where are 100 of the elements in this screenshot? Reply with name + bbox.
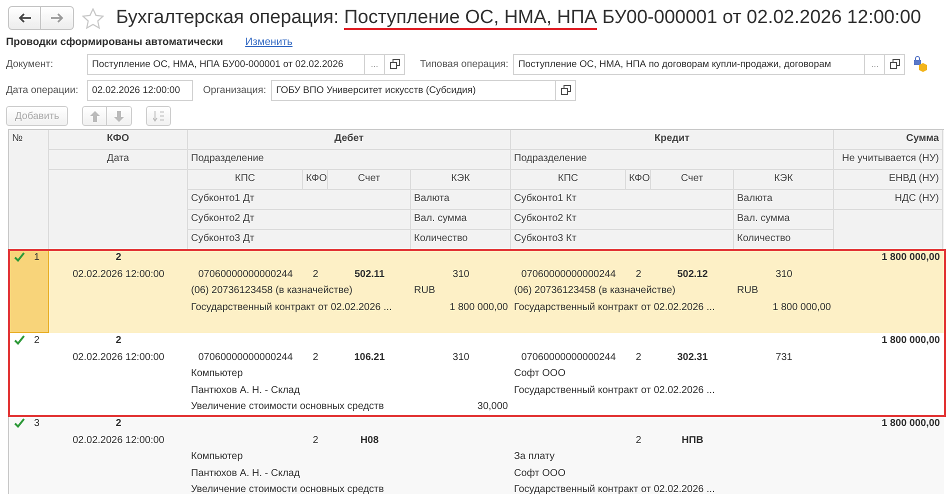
table-cell-text: За плату <box>513 450 556 464</box>
column-header: КПС <box>511 170 626 190</box>
table-cell-text: 310 <box>774 268 794 282</box>
table-cell-text: Софт ООО <box>513 367 566 382</box>
table-cell-text: 2 <box>114 251 122 265</box>
input-field[interactable]: 02.02.2026 12:00:00 <box>87 80 193 100</box>
table-cell-text: 310 <box>452 268 470 282</box>
column-header: КПС <box>188 170 303 190</box>
back-button[interactable] <box>8 6 41 30</box>
column-header: Субконто3 Кт <box>511 230 734 250</box>
column-header: Дата <box>49 150 188 170</box>
column-header: Счет <box>328 170 411 190</box>
column-header: КЭК <box>411 170 511 190</box>
table-cell-text: 106.21 <box>353 350 386 365</box>
input-field[interactable]: Поступление ОС, НМА, НПА по договорам купли-продажи, договорам <box>513 54 866 74</box>
field-label: Документ: <box>6 58 54 72</box>
table-cell-text: 2 <box>634 350 642 365</box>
table-cell-text: RUB <box>736 284 760 298</box>
change-link[interactable]: Изменить <box>245 35 292 51</box>
windows-icon <box>890 59 900 69</box>
column-header: Количество <box>411 230 511 250</box>
column-header: КФО <box>626 170 651 190</box>
table-cell-text: 2 <box>114 334 122 348</box>
table-row[interactable] <box>9 250 944 333</box>
table-cell-text: 2 <box>634 268 642 282</box>
column-header: Счет <box>651 170 734 190</box>
windows-icon <box>390 59 400 69</box>
table-cell-text: 310 <box>452 350 470 365</box>
table-cell-text: Государственный контракт от 02.02.2026 ... <box>513 384 716 398</box>
column-header: Субконто1 Кт <box>511 190 734 210</box>
column-header: Субконто2 Дт <box>188 210 411 230</box>
table-cell-text: 30,000 <box>476 400 509 414</box>
column-header: Не учитывается (НУ) <box>834 150 943 170</box>
star-icon[interactable] <box>82 8 104 28</box>
table-cell-text: 02.02.2026 12:00:00 <box>72 434 166 448</box>
table-cell-text: 1 800 000,00 <box>880 416 941 431</box>
input-field[interactable]: ГОБУ ВПО Университет искусств (Субсидия) <box>271 80 556 100</box>
table-cell-text: Пантюхов А. Н. - Склад <box>190 466 301 481</box>
table-cell-text: 1 800 000,00 <box>880 251 941 265</box>
table-cell-text: Компьютер <box>190 367 244 382</box>
table-cell-text: 1 800 000,00 <box>448 300 509 315</box>
column-header: Вал. сумма <box>734 210 834 230</box>
column-header: Количество <box>734 230 834 250</box>
window-title: Бухгалтерская операция: Поступление ОС, НМА, НПА БУ00-000001 от 02.02.2026 12:00:00 <box>116 6 922 32</box>
column-header: КФО <box>303 170 328 190</box>
table-cell-text: (06) 20736123458 (в казначействе) <box>190 284 354 298</box>
open-button[interactable] <box>385 54 405 74</box>
table-cell-text: Пантюхов А. Н. - Склад <box>190 384 301 398</box>
table-cell-text: RUB <box>413 284 436 298</box>
column-header: № <box>9 130 49 250</box>
table-cell-text: 502.12 <box>676 268 709 282</box>
table-cell-text: 02.02.2026 12:00:00 <box>72 268 166 282</box>
table-cell-text: Н08 <box>359 434 380 448</box>
table-cell-text: 2 <box>33 334 41 348</box>
column-header: Вал. сумма <box>411 210 511 230</box>
table-cell-text: 07060000000000244 <box>520 268 617 282</box>
up-arrow-icon <box>90 110 100 122</box>
table-cell-text: НПВ <box>680 434 704 448</box>
table-cell-text: 02.02.2026 12:00:00 <box>72 350 166 365</box>
column-header: Валюта <box>734 190 834 210</box>
column-header: Кредит <box>511 130 834 150</box>
open-button[interactable] <box>556 80 576 100</box>
auto-note: Проводки сформированы автоматически <box>6 35 224 50</box>
field-label: Дата операции: <box>6 84 80 98</box>
swap-icon <box>152 110 165 122</box>
table-cell-text: 2 <box>312 350 320 365</box>
field-label: Организация: <box>203 84 266 98</box>
input-field[interactable]: Поступление ОС, НМА, НПА БУ00-000001 от 02.02.2026 <box>87 54 365 74</box>
table-cell-text: 2 <box>312 434 320 448</box>
table-cell-text: 1 800 000,00 <box>880 334 941 348</box>
column-header: Субконто3 Дт <box>188 230 411 250</box>
table-cell-text: 502.11 <box>353 268 386 282</box>
table-cell-text: 2 <box>114 416 122 431</box>
table-cell-text: Софт ООО <box>513 466 566 481</box>
column-header: КФО <box>49 130 188 150</box>
table-cell-text: Увеличение стоимости основных средств <box>190 400 385 414</box>
table-cell-text: 07060000000000244 <box>520 350 617 365</box>
column-header: Валюта <box>411 190 511 210</box>
table-cell-text: 3 <box>33 416 41 431</box>
table-cell-text: Увеличение стоимости основных средств <box>190 483 385 494</box>
column-header: Субконто2 Кт <box>511 210 734 230</box>
table-cell-text: Государственный контракт от 02.02.2026 ... <box>513 300 716 315</box>
column-header: Дебет <box>188 130 511 150</box>
table-cell-text: 2 <box>634 434 642 448</box>
down-arrow-icon <box>114 110 124 122</box>
column-header: ЕНВД (НУ) <box>834 170 943 190</box>
column-header: НДС (НУ) <box>834 190 943 210</box>
table-cell-text: 731 <box>774 350 794 365</box>
table-row[interactable]: 3 2 1 800 000,00 02.02.2026 12:00:00 2 Н08 Компьютер Пантюхов А. Н. - Склад Увеличение стоимости основных средств 2 НПВ За плату Софт ООО Государственный контракт от 02.02.2026 ... <box>9 416 944 494</box>
table-cell-text: 302.31 <box>676 350 709 365</box>
forward-arrow-icon <box>50 13 64 23</box>
back-arrow-icon <box>18 13 32 23</box>
table-cell-text: Государственный контракт от 02.02.2026 ... <box>190 300 393 315</box>
open-button[interactable] <box>885 54 906 74</box>
column-header: Подразделение <box>188 150 511 170</box>
table-cell-text: Государственный контракт от 02.02.2026 ... <box>513 483 716 494</box>
table-cell-text: Компьютер <box>190 450 244 464</box>
table-cell-text: 2 <box>312 268 320 282</box>
field-label: Типовая операция: <box>420 58 508 72</box>
table-cell-text: (06) 20736123458 (в казначействе) <box>513 284 676 298</box>
